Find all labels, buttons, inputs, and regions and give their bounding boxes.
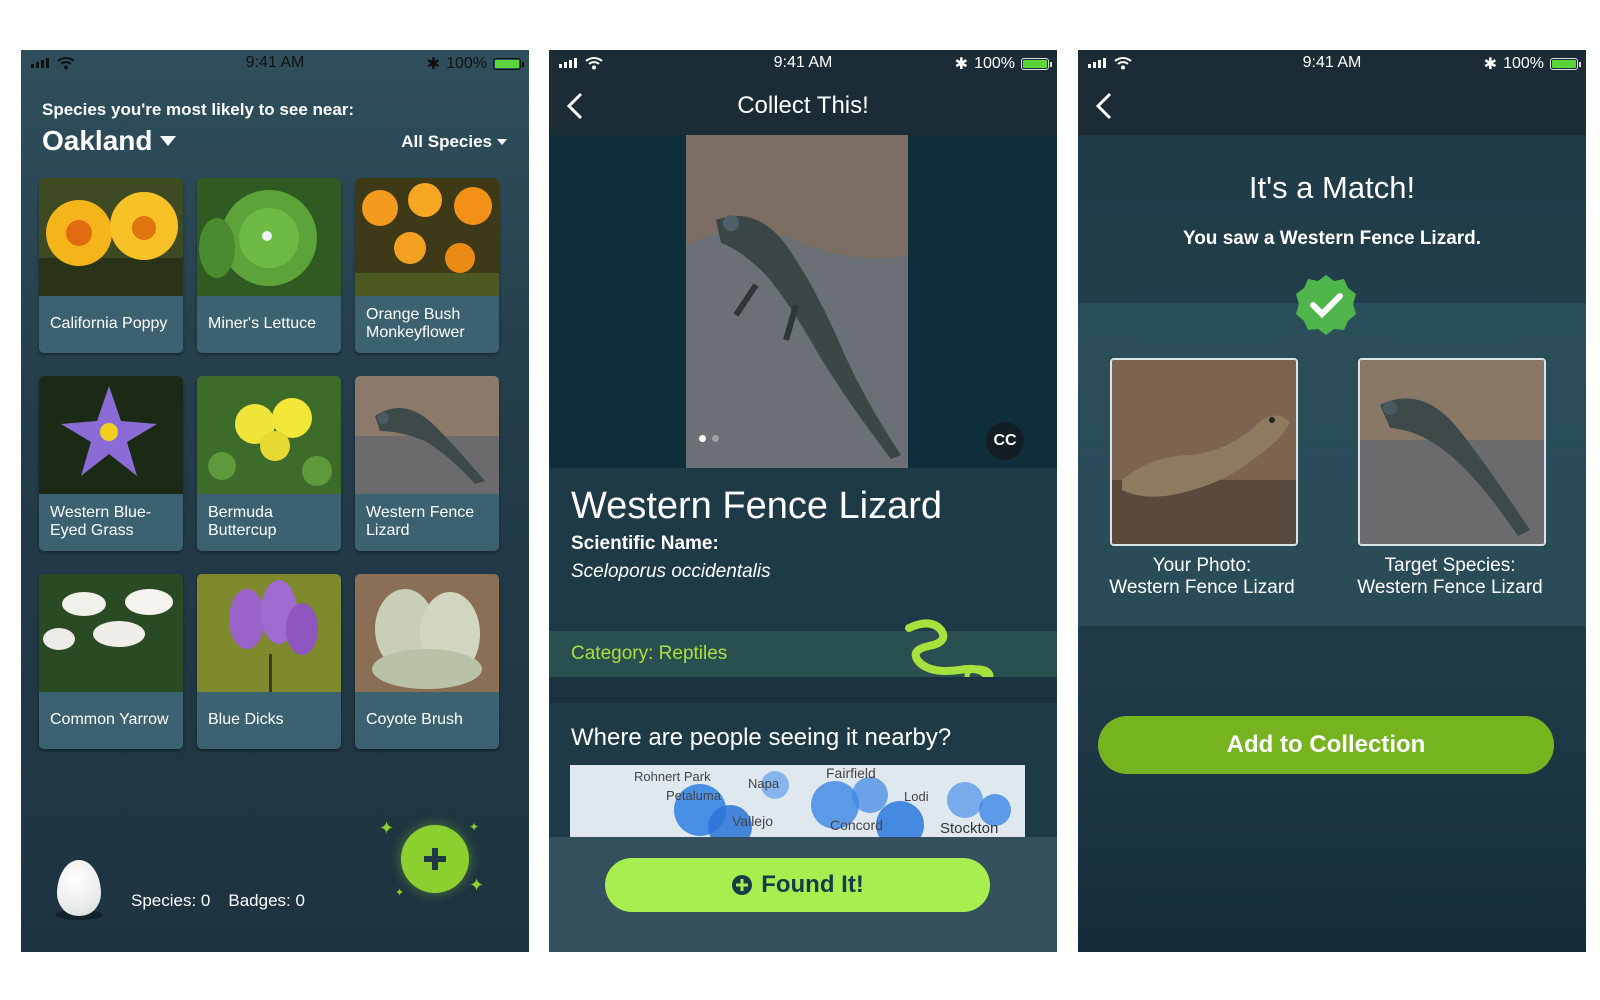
map-label: Concord: [830, 817, 883, 833]
status-bar: 9:41 AM ✱ 100%: [21, 50, 529, 78]
species-filter-label: All Species: [401, 132, 492, 151]
egg-icon[interactable]: [57, 860, 101, 916]
your-photo-label: Your Photo:: [1152, 555, 1252, 576]
species-image: [197, 178, 341, 296]
cc-license-badge[interactable]: CC: [986, 422, 1024, 460]
species-name: Common Yarrow: [50, 711, 169, 728]
species-image: [39, 178, 183, 296]
city-selector[interactable]: Oakland: [42, 125, 177, 157]
category-text: Category: Reptiles: [571, 643, 728, 664]
species-name: Coyote Brush: [366, 711, 463, 728]
match-subtitle: You saw a Western Fence Lizard.: [1182, 228, 1482, 249]
map-label: Petaluma: [666, 788, 721, 803]
species-image: [39, 376, 183, 494]
species-title: Western Fence Lizard: [571, 485, 943, 527]
species-name: California Poppy: [50, 315, 168, 332]
match-title: It's a Match!: [1248, 170, 1416, 205]
species-count: Species: 0: [131, 891, 211, 910]
near-label: Species you're most likely to see near:: [42, 100, 355, 119]
map-label: Lodi: [904, 789, 929, 804]
carousel-dots: [699, 435, 719, 442]
scientific-name-label: Scientific Name:: [571, 533, 719, 554]
species-name: Western Blue-Eyed Grass: [50, 504, 152, 539]
badges-count: Badges: 0: [228, 891, 305, 910]
species-card[interactable]: Orange Bush Monkeyflower: [355, 178, 499, 353]
sparkle-icon: ✦: [395, 887, 405, 899]
species-image: [355, 376, 499, 494]
species-photo: [686, 135, 908, 468]
species-detail-screen: 9:41 AM ✱ 100% Collect This! CC Western …: [549, 50, 1057, 952]
scientific-name: Sceloporus occidentalis: [571, 561, 771, 582]
add-to-collection-button[interactable]: Add to Collection: [1098, 716, 1554, 774]
status-bar: 9:41 AM ✱ 100%: [1078, 50, 1586, 78]
species-filter[interactable]: All Species: [401, 132, 507, 152]
map-label: Fairfield: [826, 765, 876, 781]
observation-map[interactable]: Rohnert Park Petaluma Napa Fairfield Lod…: [570, 765, 1025, 837]
battery-icon: [1550, 58, 1581, 70]
species-card[interactable]: Western Fence Lizard: [355, 376, 499, 551]
section-divider: [549, 677, 1057, 703]
species-card[interactable]: Blue Dicks: [197, 574, 341, 749]
page-title: Collect This!: [737, 92, 869, 119]
species-name: Blue Dicks: [208, 711, 284, 728]
species-card[interactable]: Common Yarrow: [39, 574, 183, 749]
bluetooth-icon: ✱: [1483, 56, 1498, 73]
bluetooth-icon: ✱: [954, 56, 969, 73]
your-photo[interactable]: [1110, 358, 1298, 546]
chevron-down-icon: [497, 139, 507, 145]
map-label: Rohnert Park: [634, 769, 711, 784]
lizard-photo: [1112, 360, 1296, 544]
species-name: Orange Bush Monkeyflower: [366, 306, 465, 341]
species-name: Miner's Lettuce: [208, 315, 316, 332]
battery-percent: 100%: [974, 55, 1015, 72]
species-image: [197, 574, 341, 692]
found-it-label: Found It!: [761, 871, 864, 898]
sparkle-icon: ✦: [469, 875, 485, 895]
battery-icon: [493, 58, 524, 70]
back-arrow-icon[interactable]: [1090, 90, 1120, 122]
species-image: [355, 574, 499, 692]
checkmark-badge-icon: [1296, 275, 1356, 335]
sparkle-icon: ✦: [379, 818, 395, 838]
species-card[interactable]: Bermuda Buttercup: [197, 376, 341, 551]
battery-percent: 100%: [1503, 55, 1544, 72]
plus-icon: [424, 848, 446, 870]
species-name: Western Fence Lizard: [366, 504, 475, 539]
lizard-photo: [1360, 360, 1544, 544]
species-card[interactable]: Western Blue-Eyed Grass: [39, 376, 183, 551]
your-photo-caption: Your Photo: Western Fence Lizard: [1082, 555, 1322, 599]
species-name: Bermuda Buttercup: [208, 504, 277, 539]
nearby-heading: Where are people seeing it nearby?: [571, 724, 952, 751]
species-card[interactable]: Miner's Lettuce: [197, 178, 341, 353]
status-bar: 9:41 AM ✱ 100%: [549, 50, 1057, 78]
map-label: Vallejo: [732, 813, 773, 829]
found-it-button[interactable]: Found It!: [605, 858, 990, 912]
species-image: [39, 574, 183, 692]
species-card[interactable]: California Poppy: [39, 178, 183, 353]
bluetooth-icon: ✱: [426, 56, 441, 73]
photo-carousel[interactable]: CC: [549, 135, 1057, 468]
species-image: [197, 376, 341, 494]
collection-stats: Species: 0 Badges: 0: [131, 891, 305, 911]
target-species-caption: Target Species: Western Fence Lizard: [1330, 555, 1570, 599]
your-photo-species: Western Fence Lizard: [1109, 577, 1295, 598]
match-screen: 9:41 AM ✱ 100% It's a Match! You saw a W…: [1078, 50, 1586, 952]
chevron-down-icon: [160, 136, 177, 146]
species-image: [355, 178, 499, 296]
plus-circle-icon: [732, 875, 753, 895]
target-species-name: Western Fence Lizard: [1357, 577, 1543, 598]
city-name: Oakland: [42, 125, 153, 156]
target-species-label: Target Species:: [1384, 555, 1516, 576]
target-species-photo[interactable]: [1358, 358, 1546, 546]
map-label: Napa: [748, 776, 780, 791]
battery-percent: 100%: [446, 55, 487, 72]
sparkle-icon: ✦: [469, 820, 480, 834]
map-label: Stockton: [940, 820, 999, 837]
battery-icon: [1021, 58, 1052, 70]
nav-bar: Collect This!: [549, 78, 1057, 136]
add-observation-button[interactable]: [401, 825, 469, 893]
species-list-screen: 9:41 AM ✱ 100% Species you're most likel…: [21, 50, 529, 952]
species-card[interactable]: Coyote Brush: [355, 574, 499, 749]
nav-bar: [1078, 78, 1586, 135]
